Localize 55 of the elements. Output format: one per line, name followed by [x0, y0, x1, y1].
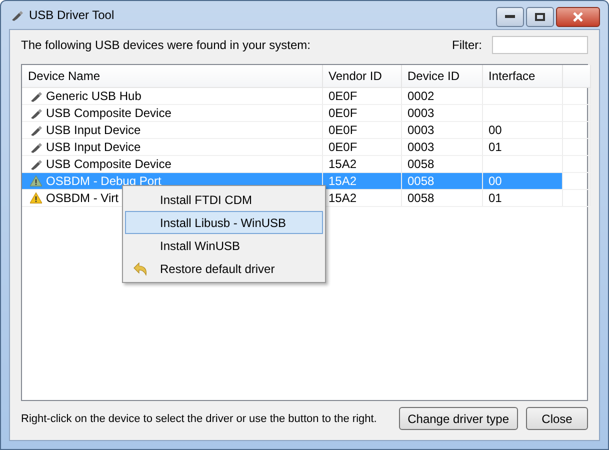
menu-item[interactable]: Restore default driver [125, 257, 323, 280]
warning-icon [30, 192, 42, 204]
menu-item[interactable]: Install WinUSB [125, 234, 323, 257]
table-cell: 0058 [401, 172, 482, 190]
maximize-button[interactable] [526, 7, 554, 27]
usb-plug-icon [11, 9, 23, 21]
menu-item[interactable]: Install FTDI CDM [125, 188, 323, 211]
device-name-cell[interactable]: Generic USB Hub [22, 88, 322, 104]
column-header[interactable]: Device ID [401, 65, 482, 88]
minimize-button[interactable] [496, 7, 524, 27]
table-cell: 00 [482, 122, 562, 138]
device-name: OSBDM - Virt [46, 191, 118, 205]
device-name: USB Composite Device [46, 157, 172, 171]
table-cell: 0002 [401, 88, 482, 104]
menu-item[interactable]: Install Libusb - WinUSB [125, 211, 323, 234]
close-icon [572, 12, 584, 22]
close-button[interactable] [556, 7, 600, 27]
column-header[interactable]: Interface [482, 65, 562, 88]
table-cell: 15A2 [322, 172, 401, 190]
column-header[interactable]: Device Name [22, 65, 322, 88]
table-cell: 0003 [401, 138, 482, 156]
table-cell: 01 [482, 190, 562, 206]
filter-label: Filter: [452, 38, 482, 52]
table-cell: 0003 [401, 104, 482, 122]
usb-plug-icon [30, 124, 42, 136]
window-title: USB Driver Tool [29, 8, 116, 22]
table-cell: 0E0F [322, 122, 401, 138]
usb-plug-icon [30, 90, 42, 102]
warning-icon [30, 175, 42, 187]
filter-field[interactable] [492, 36, 588, 54]
minimize-icon [505, 15, 515, 19]
instruction-text: The following USB devices were found in your system: [21, 38, 312, 52]
usb-plug-icon [30, 158, 42, 170]
change-driver-button[interactable]: Change driver type [398, 407, 518, 430]
column-header[interactable]: Vendor ID [322, 65, 401, 88]
device-name: Generic USB Hub [46, 89, 142, 103]
maximize-icon [535, 13, 545, 21]
device-name-cell[interactable]: USB Input Device [22, 122, 322, 138]
table-cell: 0058 [401, 190, 482, 206]
usb-plug-icon [30, 141, 42, 153]
table-cell: 01 [482, 138, 562, 156]
undo-arrow-icon [132, 262, 148, 276]
device-name: USB Input Device [46, 140, 141, 154]
table-cell: 0003 [401, 122, 482, 138]
device-name-cell[interactable]: USB Input Device [22, 138, 322, 156]
usb-plug-icon [30, 107, 42, 119]
table-cell: 0E0F [322, 138, 401, 156]
close-dialog-button[interactable]: Close [526, 407, 588, 430]
table-cell: 0E0F [322, 104, 401, 122]
device-name-cell[interactable]: USB Composite Device [22, 104, 322, 122]
device-name: USB Composite Device [46, 106, 172, 120]
table-cell: 0E0F [322, 88, 401, 104]
hint-text: Right-click on the device to select the driver or use the button to the right. [21, 412, 378, 424]
device-name: USB Input Device [46, 123, 141, 137]
table-cell: 00 [482, 172, 562, 190]
